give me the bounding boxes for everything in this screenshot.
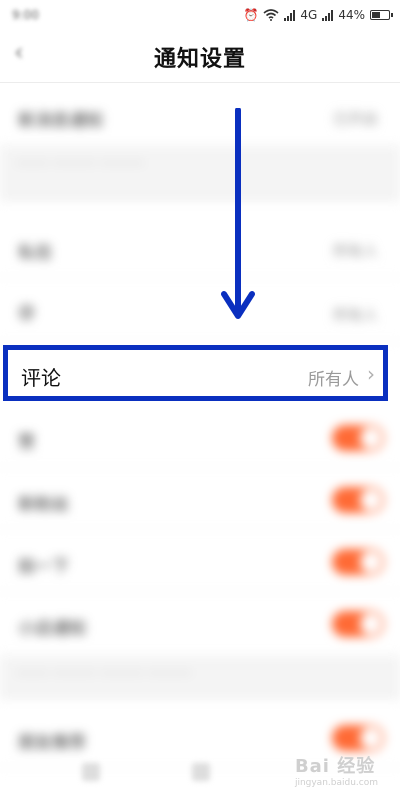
down-arrow-annotation-icon (221, 108, 255, 319)
nav-home-icon[interactable] (82, 763, 100, 781)
status-time: 9:00 (12, 8, 39, 22)
settings-row-mention[interactable]: @ 所有人 (0, 282, 400, 342)
page-title: 通知设置 (153, 47, 246, 72)
row-label: 新粉丝 (18, 495, 69, 515)
toggle-switch[interactable] (332, 487, 384, 513)
battery-icon (370, 10, 393, 20)
section-description-text: ——— ———— ———— (16, 156, 144, 169)
status-bar: 9:00 ⏰ 4G 44% (0, 0, 400, 30)
section-description-text: ——— ———— ———— ———— (16, 666, 192, 679)
signal-icon-2 (322, 9, 334, 21)
section-description: ——— ———— ———— (0, 146, 400, 202)
network-type: 4G (300, 8, 318, 22)
settings-row-comment[interactable]: 评论 所有人 › (3, 345, 388, 401)
comment-label: 评论 (21, 366, 61, 390)
settings-row-like[interactable]: 赞 (0, 408, 400, 468)
row-value: 所有人 (332, 242, 378, 260)
row-value: 已开启 (332, 110, 378, 128)
settings-row-private-message[interactable]: 私信 所有人 (0, 218, 400, 278)
row-label: @ (18, 302, 35, 322)
row-label: 新消息通知 (18, 111, 103, 131)
row-label: 赞 (18, 433, 35, 453)
battery-fill (372, 12, 380, 18)
battery-percent: 44% (338, 8, 365, 22)
row-label: 小店通知 (18, 619, 86, 639)
comment-value: 所有人 (308, 370, 359, 390)
wifi-icon (263, 9, 279, 21)
nav-header: ‹ 通知设置 (0, 30, 400, 83)
toggle-switch[interactable] (332, 611, 384, 637)
nav-square-icon[interactable] (192, 763, 210, 781)
settings-row-poke[interactable]: 拍一下 (0, 532, 400, 592)
toggle-switch[interactable] (332, 425, 384, 451)
settings-row-shop[interactable]: 小店通知 (0, 594, 400, 654)
row-label: 私信 (18, 243, 52, 263)
row-label: 拍一下 (18, 557, 69, 577)
toggle-switch[interactable] (332, 549, 384, 575)
signal-icon (284, 9, 296, 21)
row-value: 所有人 (332, 306, 378, 324)
alarm-icon: ⏰ (243, 8, 259, 22)
baidu-jingyan-watermark: Bai 经验 jingyan.baidu.com (295, 752, 378, 788)
section-description-2: ——— ———— ———— ———— (0, 656, 400, 700)
settings-row-new-follower[interactable]: 新粉丝 (0, 470, 400, 530)
chevron-right-icon: › (367, 362, 375, 386)
watermark-sub: jingyan.baidu.com (294, 778, 378, 788)
watermark-brand: Bai 经验 (294, 756, 376, 777)
settings-row-new-message[interactable]: 新消息通知 已开启 (0, 86, 400, 146)
